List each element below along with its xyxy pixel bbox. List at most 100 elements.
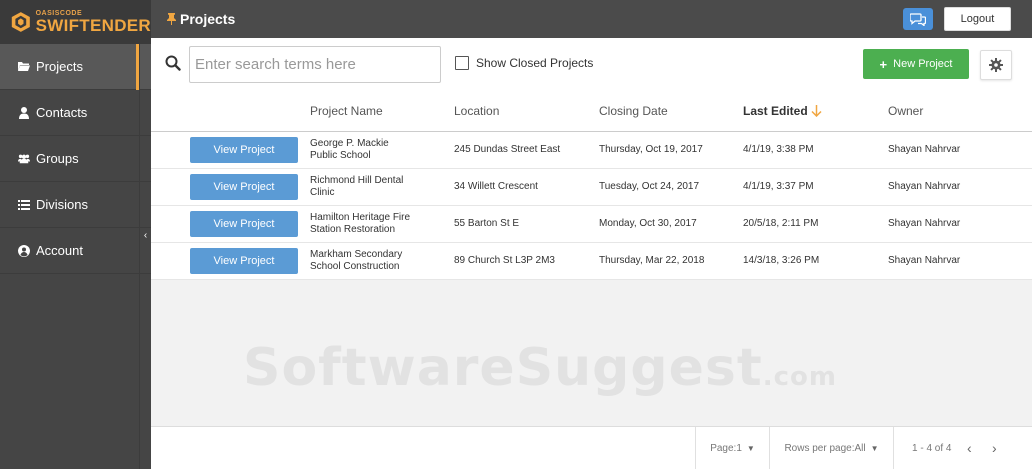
watermark-main: SoftwareSuggest (243, 338, 763, 398)
logo-big-text: SWIFTENDER (35, 16, 151, 35)
sidebar: OASISCODE SWIFTENDER Projects Contacts G… (0, 0, 151, 469)
view-project-button[interactable]: View Project (190, 137, 298, 163)
new-project-label: New Project (893, 58, 953, 70)
list-icon (18, 199, 30, 211)
pin-icon (167, 13, 176, 25)
project-name-line1: George P. Mackie (310, 138, 389, 149)
table-row: View Project George P. Mackie Public Sch… (151, 132, 1032, 169)
next-page-icon[interactable]: › (992, 440, 997, 456)
project-name-cell: Richmond Hill Dental Clinic (310, 169, 403, 205)
project-name-cell: Markham Secondary School Construction (310, 243, 402, 279)
page-select[interactable]: Page:1 ▼ (695, 427, 769, 469)
sidebar-item-contacts[interactable]: Contacts (0, 90, 151, 136)
owner-cell: Shayan Nahrvar (888, 181, 961, 192)
column-header-last-edited-label: Last Edited (743, 104, 808, 118)
sort-arrow-down-icon (811, 105, 822, 117)
last-edited-cell: 4/1/19, 3:37 PM (743, 181, 814, 192)
location-cell: 55 Barton St E (454, 218, 520, 229)
closing-date-cell: Monday, Oct 30, 2017 (599, 218, 697, 229)
show-closed-label: Show Closed Projects (476, 56, 594, 70)
location-cell: 245 Dundas Street East (454, 144, 561, 155)
project-name-line1: Richmond Hill Dental (310, 175, 404, 186)
project-name-cell: George P. Mackie Public School (310, 132, 389, 168)
main-content: Show Closed Projects + New Project Proje… (151, 38, 1032, 469)
owner-cell: Shayan Nahrvar (888, 144, 961, 155)
projects-table-body: View Project George P. Mackie Public Sch… (151, 132, 1032, 280)
pagination-range: 1 - 4 of 4 (893, 427, 1032, 469)
cube-logo-icon (11, 12, 30, 32)
gear-icon (989, 58, 1003, 72)
sidebar-item-label: Divisions (36, 197, 89, 212)
table-row: View Project Hamilton Heritage Fire Stat… (151, 206, 1032, 243)
prev-page-icon[interactable]: ‹ (967, 440, 972, 456)
project-name-line1: Markham Secondary (310, 249, 403, 260)
caret-down-icon: ▼ (746, 444, 755, 453)
page-title-text: Projects (180, 11, 236, 27)
sidebar-item-label: Projects (36, 59, 83, 74)
column-header-project-name[interactable]: Project Name (310, 104, 383, 118)
user-circle-icon (18, 244, 30, 257)
project-name-line2: School Construction (310, 261, 400, 272)
closing-date-cell: Thursday, Mar 22, 2018 (599, 255, 705, 266)
page-select-label: Page:1 (710, 443, 742, 454)
caret-down-icon: ▼ (870, 444, 879, 453)
logout-button[interactable]: Logout (944, 7, 1011, 31)
pagination-footer: Page:1 ▼ Rows per page:All ▼ 1 - 4 of 4 … (151, 426, 1032, 469)
sidebar-divider (139, 44, 140, 469)
chevron-left-icon: ‹ (143, 229, 148, 241)
watermark-suffix: .com (762, 362, 837, 392)
sidebar-item-label: Groups (36, 151, 79, 166)
sidebar-item-groups[interactable]: Groups (0, 136, 151, 182)
location-cell: 34 Willett Crescent (454, 181, 538, 192)
sidebar-item-label: Account (36, 243, 83, 258)
owner-cell: Shayan Nahrvar (888, 255, 961, 266)
sidebar-collapse-button[interactable]: ‹ (140, 226, 151, 244)
project-name-line2: Station Restoration (310, 224, 396, 235)
location-cell: 89 Church St L3P 2M3 (454, 255, 555, 266)
new-project-button[interactable]: + New Project (863, 49, 969, 79)
owner-cell: Shayan Nahrvar (888, 218, 961, 229)
page-title: Projects (167, 11, 235, 27)
table-row: View Project Markham Secondary School Co… (151, 243, 1032, 280)
last-edited-cell: 20/5/18, 2:11 PM (743, 218, 819, 229)
folder-open-icon (18, 61, 30, 73)
search-icon (165, 55, 181, 71)
comments-icon (910, 12, 926, 26)
show-closed-checkbox[interactable] (455, 56, 469, 70)
project-name-cell: Hamilton Heritage Fire Station Restorati… (310, 206, 410, 242)
sidebar-item-label: Contacts (36, 105, 88, 120)
sidebar-item-divisions[interactable]: Divisions (0, 182, 151, 228)
table-row: View Project Richmond Hill Dental Clinic… (151, 169, 1032, 206)
view-project-button[interactable]: View Project (190, 211, 298, 237)
column-header-closing-date[interactable]: Closing Date (599, 104, 668, 118)
project-name-line2: Clinic (310, 187, 335, 198)
view-project-button[interactable]: View Project (190, 248, 298, 274)
column-header-location[interactable]: Location (454, 104, 499, 118)
table-header: Project Name Location Closing Date Last … (151, 90, 1032, 132)
view-project-button[interactable]: View Project (190, 174, 298, 200)
top-bar: Projects Logout (151, 0, 1032, 38)
sidebar-item-account[interactable]: Account (0, 228, 151, 274)
settings-button[interactable] (980, 50, 1012, 80)
project-name-line2: Public School (310, 150, 371, 161)
column-header-owner[interactable]: Owner (888, 104, 923, 118)
search-input[interactable] (189, 46, 441, 83)
watermark: SoftwareSuggest.com (243, 338, 837, 398)
rows-per-page-label: Rows per page:All (784, 443, 866, 454)
closing-date-cell: Tuesday, Oct 24, 2017 (599, 181, 700, 192)
pagination-range-label: 1 - 4 of 4 (912, 443, 952, 454)
users-icon (18, 153, 30, 165)
show-closed-projects-toggle[interactable]: Show Closed Projects (455, 56, 593, 70)
app-logo[interactable]: OASISCODE SWIFTENDER (0, 0, 151, 44)
project-name-line1: Hamilton Heritage Fire (310, 212, 411, 223)
user-icon (18, 106, 30, 119)
plus-icon: + (879, 56, 888, 72)
last-edited-cell: 4/1/19, 3:38 PM (743, 144, 814, 155)
last-edited-cell: 14/3/18, 3:26 PM (743, 255, 820, 266)
sidebar-item-projects[interactable]: Projects (0, 44, 151, 90)
rows-per-page-select[interactable]: Rows per page:All ▼ (769, 427, 893, 469)
column-header-last-edited[interactable]: Last Edited (743, 104, 822, 118)
projects-toolbar: Show Closed Projects + New Project (151, 38, 1032, 90)
chat-button[interactable] (903, 8, 933, 30)
closing-date-cell: Thursday, Oct 19, 2017 (599, 144, 703, 155)
